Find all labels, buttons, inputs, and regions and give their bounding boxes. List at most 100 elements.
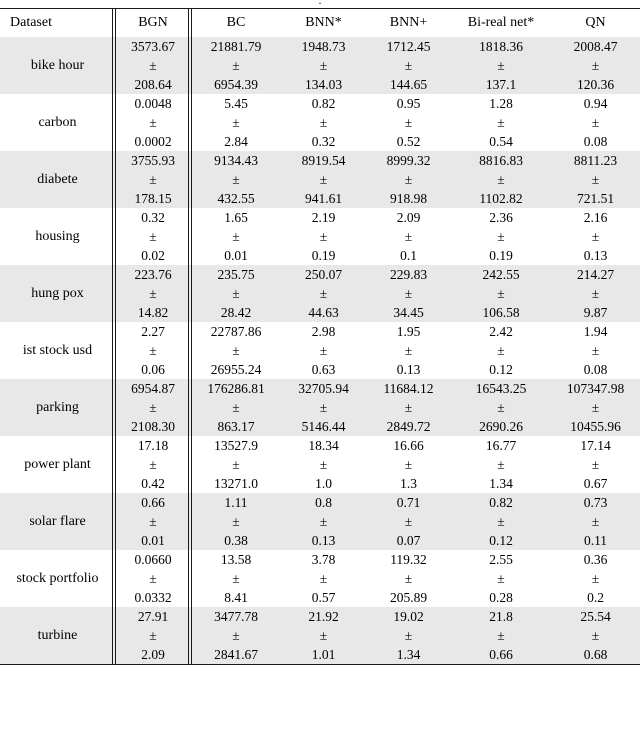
metric-cell: 0.71 ±0.07 xyxy=(366,493,451,550)
plus-minus-symbol: ± xyxy=(319,229,328,244)
metric-mean: 3755.93 xyxy=(131,153,175,168)
plus-minus-symbol: ± xyxy=(232,229,240,244)
column-header-bnn: BNN+ xyxy=(366,8,451,37)
plus-minus-symbol: ± xyxy=(149,229,157,244)
metric-mean: 2.19 xyxy=(311,210,336,225)
metric-std: 863.17 xyxy=(217,419,255,434)
metric-std: 1.34 xyxy=(489,476,513,491)
metric-mean: 0.95 xyxy=(396,96,421,111)
metric-mean: 8999.32 xyxy=(386,153,431,168)
plus-minus-symbol: ± xyxy=(319,400,328,415)
metric-std: 432.55 xyxy=(217,191,255,206)
metric-mean: 8816.83 xyxy=(479,153,523,168)
table-row: carbon 0.0048 ±0.0002 5.45 ±2.84 0.82 ±0.32 0.9… xyxy=(0,94,640,151)
metric-std: 0.0002 xyxy=(134,134,172,149)
metric-cell: 2.27 ±0.06 xyxy=(115,322,191,379)
metric-mean: 1.28 xyxy=(489,96,513,111)
table-row: hung pox 223.76 ±14.82 235.75 ±28.42 250.07 ±4… xyxy=(0,265,640,322)
metric-std: 0.38 xyxy=(224,533,248,548)
plus-minus-symbol: ± xyxy=(497,571,505,586)
plus-minus-symbol: ± xyxy=(149,571,157,586)
table-row: power plant 17.18 ±0.42 13527.9 ±13271.0 18.3… xyxy=(0,436,640,493)
plus-minus-symbol: ± xyxy=(591,286,600,301)
metric-mean: 0.0048 xyxy=(134,96,172,111)
metric-cell: 2.19 ±0.19 xyxy=(281,208,366,265)
plus-minus-symbol: ± xyxy=(404,286,413,301)
metric-mean: 2.36 xyxy=(489,210,513,225)
plus-minus-symbol: ± xyxy=(232,343,240,358)
metric-std: 0.02 xyxy=(141,248,165,263)
metric-mean: 8919.54 xyxy=(301,153,346,168)
metric-mean: 119.32 xyxy=(390,552,427,567)
plus-minus-symbol: ± xyxy=(497,58,505,73)
metric-std: 0.54 xyxy=(489,134,513,149)
metric-cell: 250.07 ±44.63 xyxy=(281,265,366,322)
metric-std: 0.19 xyxy=(311,248,336,263)
plus-minus-symbol: ± xyxy=(319,514,328,529)
plus-minus-symbol: ± xyxy=(591,115,600,130)
plus-minus-symbol: ± xyxy=(591,571,600,586)
plus-minus-symbol: ± xyxy=(319,628,328,643)
metric-std: 0.12 xyxy=(489,533,513,548)
metric-mean: 16.77 xyxy=(485,438,517,453)
plus-minus-symbol: ± xyxy=(149,286,157,301)
plus-minus-symbol: ± xyxy=(404,229,413,244)
metric-cell: 235.75 ±28.42 xyxy=(191,265,281,322)
metric-std: 2690.26 xyxy=(479,419,523,434)
dataset-name-cell: carbon xyxy=(0,94,115,151)
metric-std: 144.65 xyxy=(389,77,428,92)
metric-mean: 1818.36 xyxy=(479,39,523,54)
dataset-name-cell: turbine xyxy=(0,607,115,665)
metric-cell: 214.27 ±9.87 xyxy=(551,265,640,322)
plus-minus-symbol: ± xyxy=(404,571,413,586)
plus-minus-symbol: ± xyxy=(497,115,505,130)
plus-minus-symbol: ± xyxy=(497,457,505,472)
metric-cell: 2008.47 ±120.36 xyxy=(551,37,640,94)
metric-std: 106.58 xyxy=(482,305,520,320)
plus-minus-symbol: ± xyxy=(497,229,505,244)
plus-minus-symbol: ± xyxy=(404,172,413,187)
metric-cell: 21.92 ±1.01 xyxy=(281,607,366,665)
metric-std: 0.19 xyxy=(489,248,513,263)
column-header-bi-real-net: Bi-real net* xyxy=(451,8,551,37)
dataset-name-cell: parking xyxy=(0,379,115,436)
table-row: solar flare 0.66 ±0.01 1.11 ±0.38 0.8 ±0.13 0.7… xyxy=(0,493,640,550)
caption-fragment: . xyxy=(318,0,322,7)
plus-minus-symbol: ± xyxy=(497,514,505,529)
metric-mean: 2.16 xyxy=(583,210,608,225)
metric-cell: 8919.54 ±941.61 xyxy=(281,151,366,208)
metric-std: 0.12 xyxy=(489,362,513,377)
table-body: bike hour 3573.67 ±208.64 21881.79 ±6954.39 1… xyxy=(0,37,640,665)
metric-cell: 16543.25 ±2690.26 xyxy=(451,379,551,436)
metric-std: 120.36 xyxy=(576,77,615,92)
plus-minus-symbol: ± xyxy=(591,400,600,415)
column-header-qn: QN xyxy=(551,8,640,37)
table-row: ist stock usd 2.27 ±0.06 22787.86 ±26955.24 2… xyxy=(0,322,640,379)
metric-cell: 27.91 ±2.09 xyxy=(115,607,191,665)
metric-mean: 17.14 xyxy=(580,438,611,453)
metric-mean: 0.82 xyxy=(489,495,513,510)
metric-mean: 0.0660 xyxy=(134,552,172,567)
dataset-name-cell: stock portfolio xyxy=(0,550,115,607)
dataset-name-cell: diabete xyxy=(0,151,115,208)
metric-cell: 3573.67 ±208.64 xyxy=(115,37,191,94)
column-header-bnn: BNN* xyxy=(281,8,366,37)
metric-cell: 1.65 ±0.01 xyxy=(191,208,281,265)
metric-cell: 8999.32 ±918.98 xyxy=(366,151,451,208)
metric-mean: 18.34 xyxy=(308,438,339,453)
metric-cell: 11684.12 ±2849.72 xyxy=(366,379,451,436)
results-table: Dataset BGN BC BNN* BNN+ Bi-real net* QN bike … xyxy=(0,8,640,665)
metric-std: 0.66 xyxy=(489,647,513,662)
metric-cell: 0.0048 ±0.0002 xyxy=(115,94,191,151)
table-row: bike hour 3573.67 ±208.64 21881.79 ±6954.39 1… xyxy=(0,37,640,94)
metric-cell: 0.82 ±0.32 xyxy=(281,94,366,151)
metric-std: 0.32 xyxy=(311,134,336,149)
dataset-name-cell: ist stock usd xyxy=(0,322,115,379)
plus-minus-symbol: ± xyxy=(497,400,505,415)
metric-mean: 0.8 xyxy=(315,495,332,510)
metric-mean: 250.07 xyxy=(304,267,343,282)
plus-minus-symbol: ± xyxy=(591,457,600,472)
plus-minus-symbol: ± xyxy=(319,58,328,73)
metric-std: 0.07 xyxy=(396,533,421,548)
column-header-bc: BC xyxy=(191,8,281,37)
